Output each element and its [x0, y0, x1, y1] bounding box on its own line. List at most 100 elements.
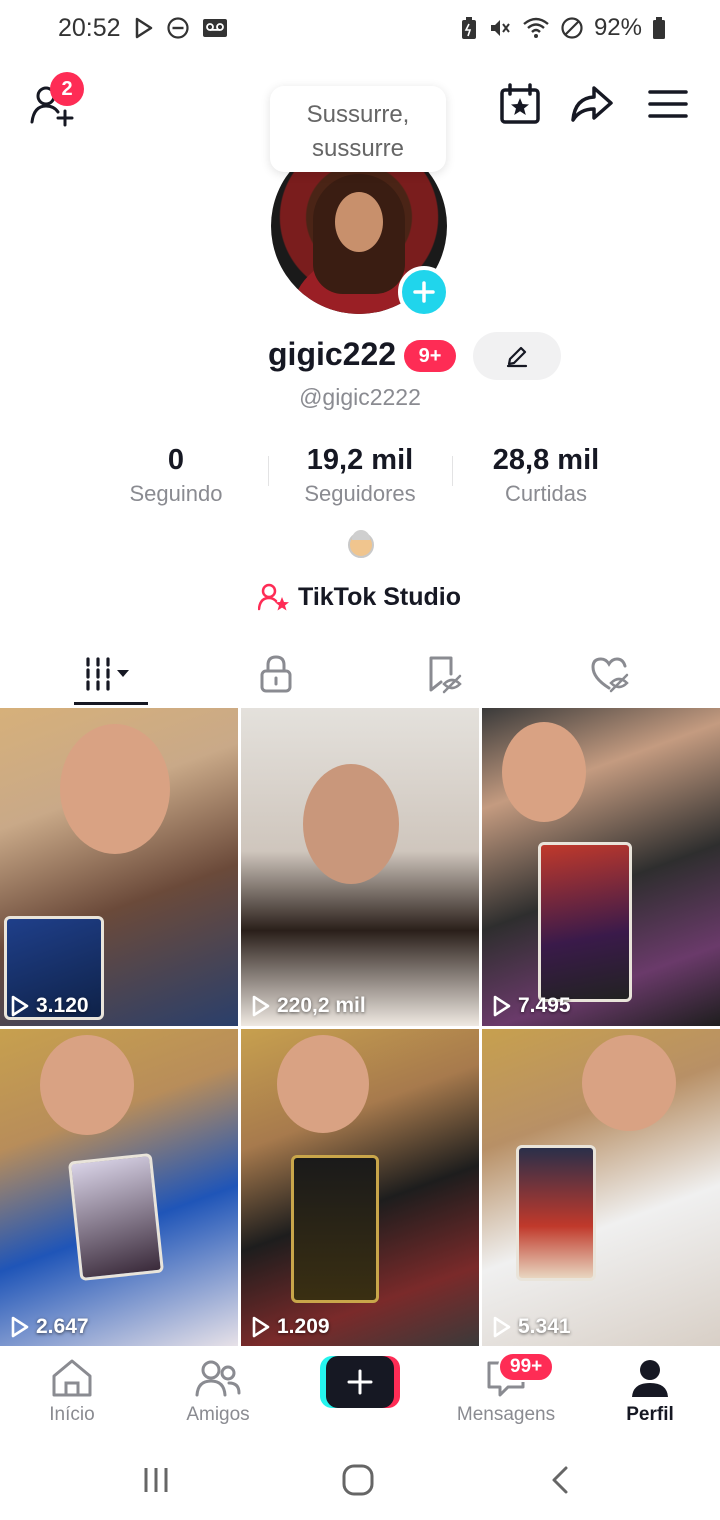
tab-liked[interactable]: [520, 642, 700, 706]
stat-likes[interactable]: 28,8 mil Curtidas: [456, 444, 636, 507]
profile-stats: 0 Seguindo 19,2 mil Seguidores 28,8 mil …: [0, 444, 720, 514]
play-icon: [252, 1316, 270, 1338]
stat-followers-value: 19,2 mil: [306, 444, 414, 476]
menu-button[interactable]: [646, 82, 690, 126]
video-thumbnail[interactable]: 2.647: [0, 1029, 238, 1347]
play-icon: [252, 995, 270, 1017]
system-home-button[interactable]: [338, 1460, 378, 1500]
videos-grid-icon: [86, 657, 129, 691]
view-count: 220,2 mil: [251, 994, 366, 1018]
view-count-value: 7.495: [518, 994, 571, 1017]
profile-icon: [632, 1360, 668, 1397]
liked-hidden-icon: [591, 657, 629, 693]
status-left-icons: [134, 16, 228, 40]
system-home-icon: [342, 1464, 374, 1496]
add-story-button[interactable]: [398, 266, 450, 318]
system-back-button[interactable]: [540, 1460, 580, 1500]
view-count: 5.341: [492, 1315, 571, 1339]
tab-private[interactable]: [186, 642, 366, 706]
nav-home[interactable]: Início: [12, 1356, 132, 1426]
status-note-line1: Sussurre,: [306, 101, 410, 128]
view-count: 3.120: [10, 994, 89, 1018]
stat-following[interactable]: 0 Seguindo: [86, 444, 266, 507]
view-count-value: 3.120: [36, 994, 89, 1017]
stat-likes-value: 28,8 mil: [492, 444, 600, 476]
tab-saved[interactable]: [354, 642, 534, 706]
battery-icon: [652, 16, 666, 40]
profile-tabs: [0, 642, 720, 706]
play-icon: [11, 1316, 29, 1338]
voicemail-icon: [202, 17, 228, 39]
play-store-icon: [134, 17, 154, 39]
view-count-value: 1.209: [277, 1315, 330, 1338]
video-thumbnail[interactable]: 7.495: [482, 708, 720, 1026]
bookmark-hidden-icon: [429, 656, 462, 694]
edit-profile-button[interactable]: [473, 332, 561, 380]
nav-friends-label: Amigos: [186, 1404, 250, 1425]
mute-icon: [488, 16, 512, 40]
wifi-icon: [522, 16, 550, 40]
plus-icon: [347, 1369, 373, 1395]
bottom-nav: Início Amigos Mensagens Perfil: [0, 1346, 720, 1432]
back-icon: [552, 1466, 568, 1494]
system-nav: [0, 1432, 720, 1520]
blocked-icon: [560, 16, 584, 40]
view-count-value: 2.647: [36, 1315, 89, 1338]
share-icon: [571, 86, 613, 122]
profile-username: gigic222: [268, 336, 397, 372]
nav-profile[interactable]: Perfil: [590, 1356, 710, 1426]
play-icon: [11, 995, 29, 1017]
status-bar: 20:52 92%: [0, 0, 720, 58]
nav-profile-label: Perfil: [626, 1404, 674, 1425]
do-not-disturb-icon: [166, 16, 190, 40]
stat-followers[interactable]: 19,2 mil Seguidores: [270, 444, 450, 507]
video-thumbnail[interactable]: 5.341: [482, 1029, 720, 1347]
home-icon: [52, 1359, 92, 1397]
pencil-icon: [506, 346, 528, 368]
username-badge[interactable]: 9+: [404, 340, 456, 372]
view-count-value: 220,2 mil: [277, 994, 366, 1017]
view-count: 1.209: [251, 1315, 330, 1339]
tab-videos[interactable]: [20, 642, 200, 706]
share-profile-button[interactable]: [570, 82, 614, 126]
creator-star-icon: [258, 583, 289, 611]
calendar-star-icon: [500, 83, 540, 124]
nav-friends[interactable]: Amigos: [158, 1356, 278, 1426]
recent-apps-button[interactable]: [136, 1460, 176, 1500]
view-count: 2.647: [10, 1315, 89, 1339]
video-thumbnail[interactable]: 220,2 mil: [241, 708, 479, 1026]
battery-percent: 92%: [593, 14, 642, 41]
view-count-value: 5.341: [518, 1315, 571, 1338]
tiktok-studio-label: TikTok Studio: [298, 582, 461, 611]
calendar-button[interactable]: [498, 82, 542, 126]
video-grid: 3.120 220,2 mil 7.495 2.647 1.209 5.341: [0, 708, 720, 1348]
recent-apps-icon: [144, 1468, 168, 1492]
lock-icon: [260, 655, 292, 693]
nav-home-label: Início: [49, 1404, 95, 1425]
name-row: gigic222 9+: [0, 332, 720, 382]
friends-icon: [195, 1360, 241, 1397]
video-thumbnail[interactable]: 3.120: [0, 708, 238, 1026]
bio-emoji-icon: [348, 530, 374, 558]
play-icon: [493, 995, 511, 1017]
play-icon: [493, 1316, 511, 1338]
status-time: 20:52: [58, 14, 121, 42]
video-thumbnail[interactable]: 1.209: [241, 1029, 479, 1347]
plus-icon: [413, 281, 435, 303]
friend-request-badge: 2: [50, 72, 84, 106]
stat-likes-label: Curtidas: [505, 481, 587, 506]
status-note-bubble[interactable]: Sussurre, sussurre: [270, 86, 446, 172]
stat-following-value: 0: [167, 444, 185, 476]
profile-handle: @gigic2222: [299, 384, 421, 410]
create-button[interactable]: [320, 1356, 400, 1408]
nav-messages-label: Mensagens: [456, 1404, 556, 1425]
view-count: 7.495: [492, 994, 571, 1018]
messages-badge: 99+: [498, 1352, 555, 1382]
stat-following-label: Seguindo: [129, 481, 223, 506]
stat-divider: [268, 456, 269, 486]
status-right-icons: 92%: [460, 14, 666, 42]
tiktok-studio-link[interactable]: TikTok Studio: [258, 582, 461, 612]
stat-divider: [452, 456, 453, 486]
menu-icon: [648, 90, 688, 118]
status-note-line2: sussurre: [311, 135, 405, 162]
